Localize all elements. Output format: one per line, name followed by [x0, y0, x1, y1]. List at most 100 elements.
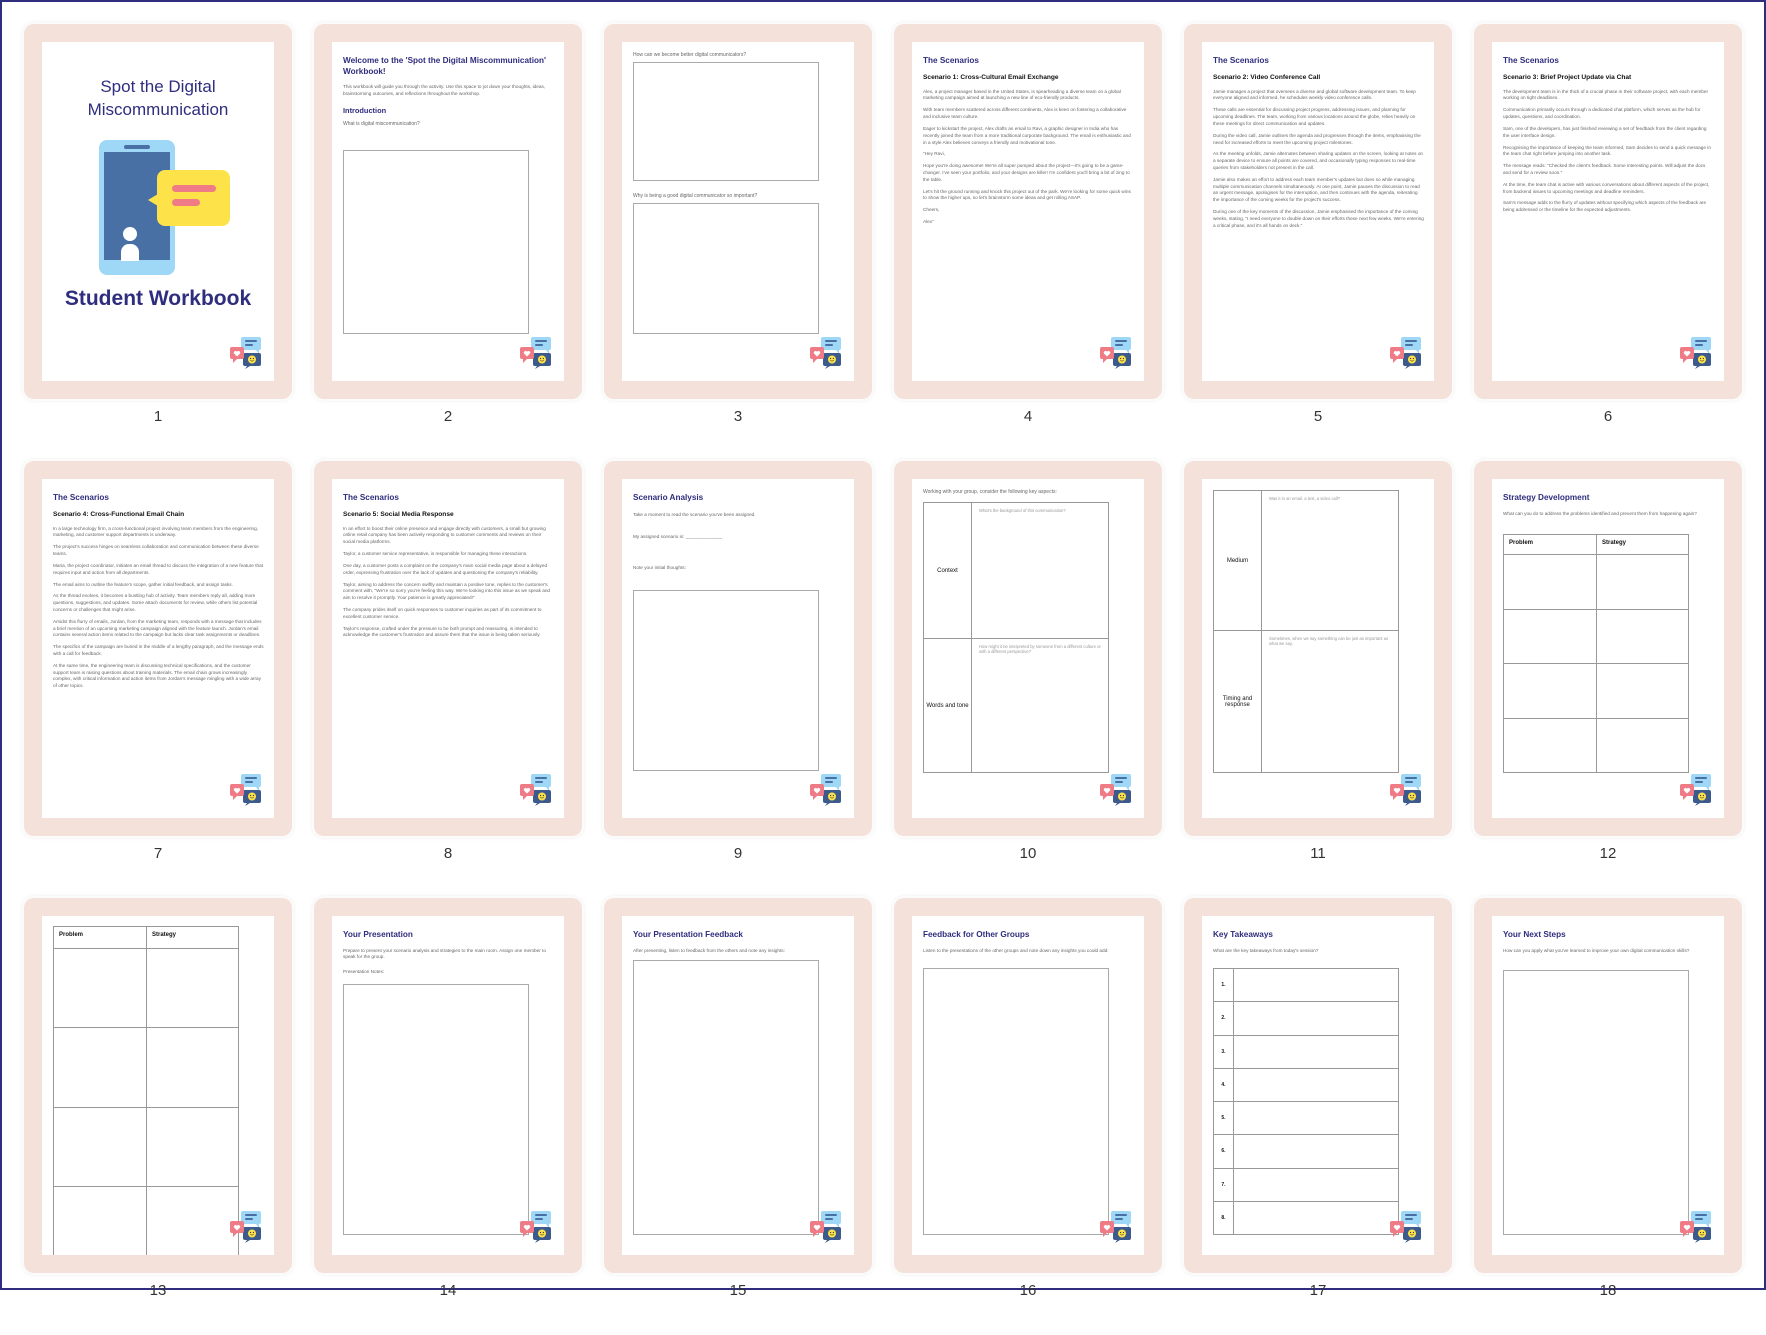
page-card[interactable]: The Scenarios Scenario 5: Social Media R… [314, 461, 582, 836]
page-thumbnail-3[interactable]: How can we become better digital communi… [604, 24, 872, 461]
table-cell[interactable] [53, 1106, 147, 1187]
page-card[interactable]: Strategy Development What can you do to … [1474, 461, 1742, 836]
answer-box[interactable] [1503, 970, 1689, 1235]
table-cell[interactable] [146, 1106, 239, 1187]
row-label: Words and tone [923, 638, 972, 773]
page-thumbnail-13[interactable]: Problem Strategy 13 [24, 898, 292, 1335]
table-cell[interactable] [146, 1027, 239, 1108]
answer-box[interactable] [633, 62, 819, 181]
page-card[interactable]: Scenario Analysis Take a moment to read … [604, 461, 872, 836]
takeaway-entry[interactable] [1233, 1167, 1399, 1202]
page-thumbnail-11[interactable]: Medium Was it in an email, a text, a vide… [1184, 461, 1452, 898]
page-grid: Spot the Digital Miscommunication Studen… [24, 24, 1742, 1335]
table-cell[interactable] [1596, 554, 1689, 610]
row-prompt[interactable]: How might it be interpreted by someone f… [971, 638, 1109, 773]
page-heading: Your Presentation [343, 930, 413, 939]
page-card[interactable]: The Scenarios Scenario 4: Cross-Function… [24, 461, 292, 836]
page-card[interactable]: Your Next Steps How can you apply what y… [1474, 898, 1742, 1273]
page-card[interactable]: Medium Was it in an email, a text, a vide… [1184, 461, 1452, 836]
page-thumbnail-4[interactable]: The Scenarios Scenario 1: Cross-Cultural… [894, 24, 1162, 461]
instruction-text: Take a moment to read the scenario you'v… [633, 511, 756, 517]
page-card[interactable]: The Scenarios Scenario 1: Cross-Cultural… [894, 24, 1162, 399]
page-card[interactable]: The Scenarios Scenario 3: Brief Project … [1474, 24, 1742, 399]
intro-text: What can you do to address the problems … [1503, 510, 1697, 516]
takeaway-entry[interactable] [1233, 967, 1399, 1003]
aspects-table: Context What's the background of this com… [923, 502, 1109, 773]
page-thumbnail-7[interactable]: The Scenarios Scenario 4: Cross-Function… [24, 461, 292, 898]
scenario-title: Scenario 5: Social Media Response [343, 510, 454, 518]
takeaway-entry[interactable] [1233, 1001, 1399, 1036]
table-cell[interactable] [146, 1185, 239, 1255]
page-thumbnail-12[interactable]: Strategy Development What can you do to … [1474, 461, 1742, 898]
page-thumbnail-9[interactable]: Scenario Analysis Take a moment to read … [604, 461, 872, 898]
column-header-strategy: Strategy [1596, 534, 1689, 555]
takeaways-table: 1. 2. 3. 4. 5. 6. 7. 8. [1213, 967, 1399, 1236]
page-card[interactable]: Key Takeaways What are the key takeaways… [1184, 898, 1452, 1273]
table-cell[interactable] [53, 947, 147, 1029]
table-cell[interactable] [1596, 663, 1689, 719]
assigned-scenario-line[interactable]: My assigned scenario is: ______________ [633, 534, 844, 541]
answer-box[interactable] [923, 968, 1109, 1235]
page-thumbnail-8[interactable]: The Scenarios Scenario 5: Social Media R… [314, 461, 582, 898]
page-thumbnail-15[interactable]: Your Presentation Feedback After present… [604, 898, 872, 1335]
question-text: What is digital miscommunication? [343, 120, 420, 127]
page-card[interactable]: Feedback for Other Groups Listen to the … [894, 898, 1162, 1273]
page-thumbnail-1[interactable]: Spot the Digital Miscommunication Studen… [24, 24, 292, 461]
page-card[interactable]: The Scenarios Scenario 2: Video Conferen… [1184, 24, 1452, 399]
page-card[interactable]: How can we become better digital communi… [604, 24, 872, 399]
takeaway-entry[interactable] [1233, 1100, 1399, 1136]
row-prompt[interactable]: Sometimes, when we say something can be … [1261, 630, 1399, 773]
table-cell[interactable] [1503, 663, 1597, 719]
paragraph: During the video call, Jamie outlines th… [1213, 132, 1421, 145]
page-sheet: Working with your group, consider the fo… [912, 479, 1144, 818]
answer-box[interactable] [343, 150, 529, 334]
page-heading: The Scenarios [1503, 56, 1559, 65]
intro-text: What are the key takeaways from today's … [1213, 947, 1319, 953]
answer-box[interactable] [343, 984, 529, 1235]
page-sheet: The Scenarios Scenario 2: Video Conferen… [1202, 42, 1434, 381]
page-thumbnail-10[interactable]: Working with your group, consider the fo… [894, 461, 1162, 898]
page-thumbnail-16[interactable]: Feedback for Other Groups Listen to the … [894, 898, 1162, 1335]
speech-bubble-icon [148, 170, 230, 226]
answer-box[interactable] [633, 960, 819, 1235]
page-card[interactable]: Working with your group, consider the fo… [894, 461, 1162, 836]
row-prompt[interactable]: What's the background of this communicat… [971, 502, 1109, 639]
answer-box[interactable] [633, 590, 819, 771]
table-cell[interactable] [1503, 554, 1597, 610]
page-card[interactable]: Problem Strategy [24, 898, 292, 1273]
page-card[interactable]: Your Presentation Feedback After present… [604, 898, 872, 1273]
table-cell[interactable] [1596, 608, 1689, 664]
paragraph: The specifics of the campaign are buried… [53, 644, 264, 657]
page-sheet: Welcome to the 'Spot the Digital Miscomm… [332, 42, 564, 381]
answer-box[interactable] [633, 203, 819, 334]
row-prompt[interactable]: Was it in an email, a text, a video call… [1261, 490, 1399, 631]
table-cell[interactable] [1503, 608, 1597, 664]
page-thumbnail-14[interactable]: Your Presentation Prepare to present you… [314, 898, 582, 1335]
paragraph: Jamie manages a project that oversees a … [1213, 88, 1416, 101]
table-cell[interactable] [1503, 717, 1597, 773]
chat-bubbles-logo-icon [1390, 1211, 1424, 1243]
takeaway-number: 7. [1213, 1167, 1234, 1202]
page-thumbnail-17[interactable]: Key Takeaways What are the key takeaways… [1184, 898, 1452, 1335]
aspects-table: Medium Was it in an email, a text, a vide… [1213, 490, 1399, 773]
page-thumbnail-5[interactable]: The Scenarios Scenario 2: Video Conferen… [1184, 24, 1452, 461]
takeaway-entry[interactable] [1233, 1134, 1399, 1169]
takeaway-entry[interactable] [1233, 1200, 1399, 1236]
table-cell[interactable] [1596, 717, 1689, 773]
table-cell[interactable] [53, 1027, 147, 1108]
paragraph: Taylor, aiming to address the concern sw… [343, 581, 551, 601]
page-card[interactable]: Spot the Digital Miscommunication Studen… [24, 24, 292, 399]
table-cell[interactable] [53, 1185, 147, 1255]
page-card[interactable]: Welcome to the 'Spot the Digital Miscomm… [314, 24, 582, 399]
paragraph: Let's hit the ground running and knock t… [923, 188, 1131, 201]
table-cell[interactable] [146, 947, 239, 1029]
takeaway-entry[interactable] [1233, 1034, 1399, 1069]
page-heading: Strategy Development [1503, 493, 1590, 502]
page-sheet: Scenario Analysis Take a moment to read … [622, 479, 854, 818]
chat-bubbles-logo-icon [1100, 337, 1134, 369]
page-thumbnail-18[interactable]: Your Next Steps How can you apply what y… [1474, 898, 1742, 1335]
page-thumbnail-2[interactable]: Welcome to the 'Spot the Digital Miscomm… [314, 24, 582, 461]
page-thumbnail-6[interactable]: The Scenarios Scenario 3: Brief Project … [1474, 24, 1742, 461]
takeaway-entry[interactable] [1233, 1067, 1399, 1103]
page-card[interactable]: Your Presentation Prepare to present you… [314, 898, 582, 1273]
